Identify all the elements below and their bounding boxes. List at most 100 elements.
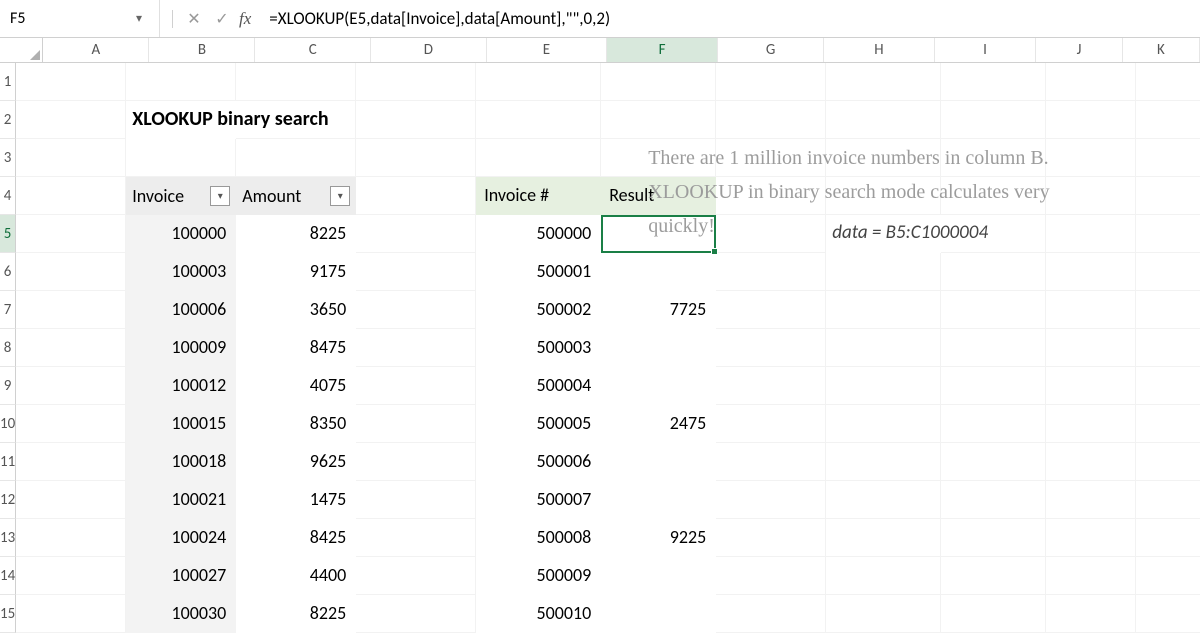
cell[interactable] [826, 405, 941, 443]
check-icon[interactable]: ✓ [211, 9, 233, 29]
cell[interactable] [716, 405, 826, 443]
table1-invoice[interactable]: 100015 [126, 405, 236, 443]
table2-result[interactable]: 2475 [601, 405, 716, 443]
cell[interactable] [1046, 443, 1136, 481]
table1-invoice[interactable]: 100030 [126, 595, 236, 633]
cell[interactable] [1046, 405, 1136, 443]
name-box[interactable]: F5 ▾ [0, 0, 160, 37]
table2-invoice[interactable]: 500005 [476, 405, 601, 443]
table1-amount[interactable]: 8425 [236, 519, 356, 557]
table1-amount[interactable]: 8225 [236, 595, 356, 633]
cells-area[interactable]: XLOOKUP binary search Invoice ▾ Amount ▾… [16, 63, 1200, 633]
cell[interactable] [16, 367, 126, 405]
cell[interactable] [126, 139, 236, 177]
cell[interactable] [356, 481, 476, 519]
cell[interactable] [1136, 329, 1200, 367]
cell[interactable] [356, 405, 476, 443]
cell[interactable] [356, 595, 476, 633]
table1-amount[interactable]: 1475 [236, 481, 356, 519]
row-header-12[interactable]: 12 [0, 481, 16, 519]
table2-result[interactable] [601, 481, 716, 519]
table1-invoice[interactable]: 100024 [126, 519, 236, 557]
cell[interactable] [16, 481, 126, 519]
row-header-9[interactable]: 9 [0, 367, 16, 405]
table2-result[interactable] [601, 253, 716, 291]
cell[interactable] [16, 405, 126, 443]
row-header-2[interactable]: 2 [0, 101, 16, 139]
cell[interactable] [941, 367, 1046, 405]
cell[interactable] [716, 101, 826, 139]
cell[interactable] [16, 101, 126, 139]
table2-invoice[interactable]: 500003 [476, 329, 601, 367]
table2-invoice[interactable]: 500002 [476, 291, 601, 329]
cell[interactable] [126, 63, 236, 101]
cell[interactable] [1046, 291, 1136, 329]
cell[interactable] [356, 63, 476, 101]
col-header-A[interactable]: A [43, 38, 149, 62]
cell[interactable] [1136, 215, 1200, 253]
cell[interactable] [941, 557, 1046, 595]
cell[interactable] [941, 329, 1046, 367]
row-header-8[interactable]: 8 [0, 329, 16, 367]
cell[interactable] [716, 595, 826, 633]
cell[interactable] [1136, 63, 1200, 101]
cell[interactable] [16, 519, 126, 557]
cell[interactable] [1046, 253, 1136, 291]
table2-invoice[interactable]: 500006 [476, 443, 601, 481]
cell[interactable] [716, 443, 826, 481]
row-header-15[interactable]: 15 [0, 595, 16, 633]
table2-result[interactable] [601, 329, 716, 367]
col-header-D[interactable]: D [371, 38, 487, 62]
cell[interactable] [16, 557, 126, 595]
col-header-F[interactable]: F [607, 38, 718, 62]
cell[interactable] [356, 329, 476, 367]
select-all-corner[interactable] [0, 38, 43, 62]
cell[interactable] [1046, 557, 1136, 595]
cell[interactable] [941, 595, 1046, 633]
cell[interactable] [826, 291, 941, 329]
table2-result[interactable] [601, 595, 716, 633]
cell[interactable] [941, 291, 1046, 329]
cell[interactable] [601, 63, 716, 101]
row-header-6[interactable]: 6 [0, 253, 16, 291]
cell[interactable] [356, 215, 476, 253]
cell[interactable] [941, 519, 1046, 557]
cell[interactable] [356, 291, 476, 329]
table1-invoice[interactable]: 100009 [126, 329, 236, 367]
page-title[interactable]: XLOOKUP binary search [126, 101, 236, 139]
cell[interactable] [476, 63, 601, 101]
cell[interactable] [941, 481, 1046, 519]
cell[interactable] [236, 139, 356, 177]
cell[interactable] [356, 443, 476, 481]
table2-invoice[interactable]: 500000 [476, 215, 601, 253]
cell[interactable] [356, 367, 476, 405]
table2-result[interactable] [601, 443, 716, 481]
cell[interactable] [1046, 481, 1136, 519]
cell[interactable] [356, 253, 476, 291]
cell[interactable] [356, 557, 476, 595]
table1-invoice[interactable]: 100021 [126, 481, 236, 519]
cell[interactable] [16, 291, 126, 329]
cell[interactable] [16, 253, 126, 291]
row-header-3[interactable]: 3 [0, 139, 16, 177]
cell[interactable] [941, 443, 1046, 481]
cell[interactable] [1136, 481, 1200, 519]
table1-invoice[interactable]: 100012 [126, 367, 236, 405]
table1-header-invoice[interactable]: Invoice ▾ [126, 177, 236, 215]
cell[interactable] [476, 101, 601, 139]
cell[interactable] [1136, 443, 1200, 481]
cell[interactable] [716, 253, 826, 291]
cell[interactable] [716, 63, 826, 101]
cell[interactable] [716, 481, 826, 519]
row-header-10[interactable]: 10 [0, 405, 16, 443]
row-header-5[interactable]: 5 [0, 215, 16, 253]
cell[interactable] [826, 101, 941, 139]
cell[interactable] [1046, 101, 1136, 139]
cell[interactable] [1136, 595, 1200, 633]
cell[interactable] [826, 443, 941, 481]
table1-invoice[interactable]: 100006 [126, 291, 236, 329]
cell[interactable] [1136, 253, 1200, 291]
row-header-13[interactable]: 13 [0, 519, 16, 557]
cell[interactable] [716, 291, 826, 329]
cell[interactable] [826, 481, 941, 519]
